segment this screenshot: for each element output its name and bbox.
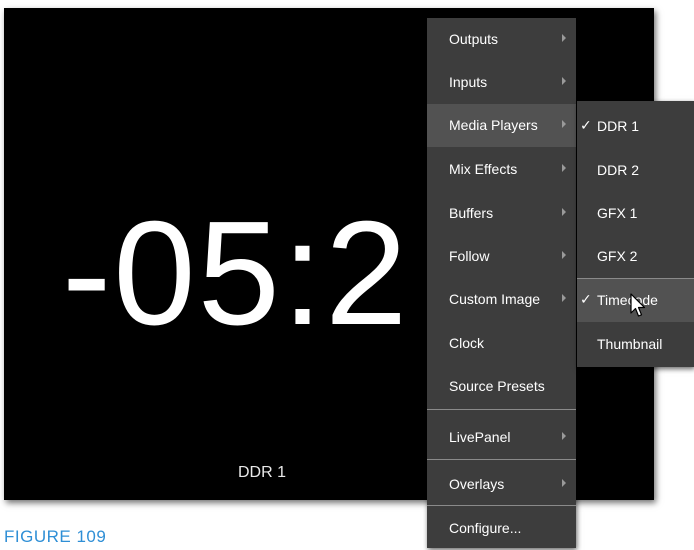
menu-separator [427,409,576,410]
menu-item-overlays[interactable]: Overlays [427,463,576,506]
menu-item-label: Overlays [449,476,505,492]
submenu-arrow-icon [562,251,566,259]
submenu-item-gfx2[interactable]: GFX 2 [577,235,694,278]
submenu-arrow-icon [562,77,566,85]
submenu-arrow-icon [562,120,566,128]
menu-item-source-presets[interactable]: Source Presets [427,365,576,408]
arrow-pointer-icon [630,293,646,317]
menu-item-label: Buffers [449,205,494,221]
timecode-display: -05:2 [62,191,410,356]
menu-item-clock[interactable]: Clock [427,322,576,365]
context-menu: Outputs Inputs Media Players Mix Effects… [427,18,576,548]
submenu-arrow-icon [562,432,566,440]
monitor-source-label: DDR 1 [238,464,287,481]
menu-item-label: LivePanel [449,429,511,445]
menu-item-buffers[interactable]: Buffers [427,192,576,235]
submenu-item-label: DDR 2 [597,162,640,178]
submenu-item-label: GFX 2 [597,248,638,264]
menu-item-outputs[interactable]: Outputs [427,18,576,61]
menu-item-label: Outputs [449,31,499,47]
submenu-arrow-icon [562,164,566,172]
submenu-item-label: GFX 1 [597,205,638,221]
menu-item-mix-effects[interactable]: Mix Effects [427,148,576,191]
menu-item-label: Media Players [449,117,538,133]
menu-item-label: Inputs [449,74,488,90]
menu-item-media-players[interactable]: Media Players [427,104,576,147]
submenu-arrow-icon [562,479,566,487]
menu-item-custom-image[interactable]: Custom Image [427,278,576,321]
figure-caption: FIGURE 109 [4,527,107,546]
menu-separator [427,505,576,506]
menu-item-follow[interactable]: Follow [427,235,576,278]
menu-item-label: Custom Image [449,291,541,307]
submenu-item-ddr1[interactable]: ✓ DDR 1 [577,105,694,148]
submenu-arrow-icon [562,294,566,302]
submenu-item-thumbnail[interactable]: Thumbnail [577,323,694,366]
checkmark-icon: ✓ [580,117,592,133]
submenu-arrow-icon [562,208,566,216]
submenu-arrow-icon [562,34,566,42]
menu-item-label: Mix Effects [449,161,518,177]
media-players-submenu: ✓ DDR 1 DDR 2 GFX 1 GFX 2 ✓ Timecode Thu… [577,101,694,367]
menu-separator [427,459,576,460]
menu-item-livepanel[interactable]: LivePanel [427,416,576,459]
submenu-item-label: Timecode [597,292,658,308]
menu-item-label: Clock [449,335,485,351]
menu-item-label: Follow [449,248,490,264]
submenu-item-ddr2[interactable]: DDR 2 [577,149,694,192]
checkmark-icon: ✓ [580,291,592,307]
submenu-item-label: Thumbnail [597,336,663,352]
menu-item-label: Configure... [449,520,522,536]
menu-item-label: Source Presets [449,378,545,394]
submenu-item-gfx1[interactable]: GFX 1 [577,192,694,235]
submenu-item-label: DDR 1 [597,118,640,134]
menu-item-inputs[interactable]: Inputs [427,61,576,104]
menu-item-configure[interactable]: Configure... [427,507,576,550]
